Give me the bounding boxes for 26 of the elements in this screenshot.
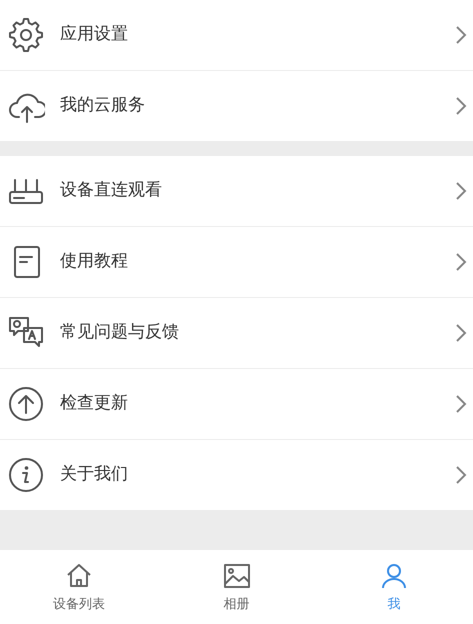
menu-item[interactable]: 使用教程: [0, 227, 473, 297]
gear-icon: [7, 16, 45, 54]
menu-item[interactable]: 关于我们: [0, 440, 473, 510]
menu-label: 使用教程: [60, 250, 129, 274]
menu-label: 我的云服务: [60, 94, 146, 118]
chevron-right-icon: [455, 323, 467, 343]
menu-item[interactable]: 我的云服务: [0, 71, 473, 141]
chevron-right-icon: [455, 25, 467, 45]
chevron-right-icon: [455, 465, 467, 485]
menu-label: 检查更新: [60, 392, 129, 416]
menu-label: 常见问题与反馈: [60, 321, 180, 344]
chevron-right-icon: [455, 394, 467, 414]
menu-item[interactable]: 应用设置: [0, 0, 473, 70]
arrow-up-circle-icon: [7, 385, 45, 423]
menu-item[interactable]: 常见问题与反馈: [0, 298, 473, 368]
menu-label: 关于我们: [60, 463, 129, 486]
tab[interactable]: 相册: [158, 550, 316, 624]
chevron-right-icon: [455, 96, 467, 116]
chevron-right-icon: [455, 181, 467, 201]
menu-item[interactable]: 设备直连观看: [0, 156, 473, 226]
chevron-right-icon: [455, 252, 467, 272]
menu-item[interactable]: 检查更新: [0, 369, 473, 439]
menu-label: 设备直连观看: [60, 179, 163, 202]
info-icon: [7, 456, 45, 494]
tab[interactable]: 设备列表: [0, 550, 158, 624]
menu-label: 应用设置: [60, 23, 129, 46]
